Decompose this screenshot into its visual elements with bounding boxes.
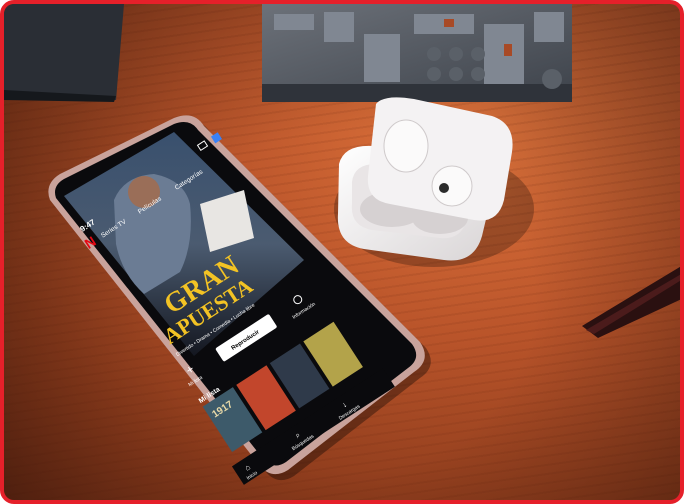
dark-box [4, 4, 124, 102]
stylus [582, 266, 680, 338]
lego-model [262, 4, 572, 102]
airpods-case [334, 97, 534, 267]
photo-frame: 9:47 N Series TV Películas Categorías GR… [0, 0, 684, 504]
scene: 9:47 N Series TV Películas Categorías GR… [4, 4, 680, 485]
